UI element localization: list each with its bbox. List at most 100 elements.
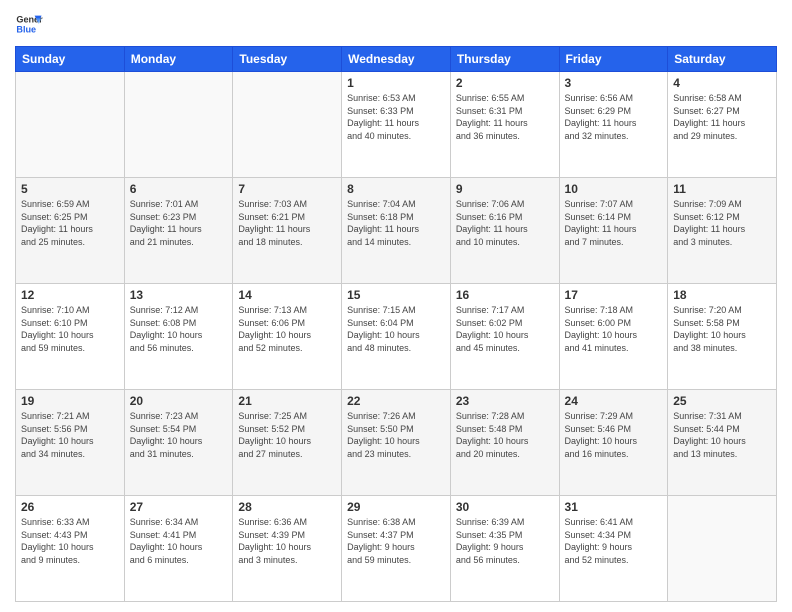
day-number: 17	[565, 288, 663, 302]
weekday-wednesday: Wednesday	[342, 47, 451, 72]
calendar-cell: 6 Sunrise: 7:01 AM Sunset: 6:23 PM Daylig…	[124, 178, 233, 284]
day-number: 31	[565, 500, 663, 514]
calendar-cell: 30 Sunrise: 6:39 AM Sunset: 4:35 PM Dayli…	[450, 496, 559, 602]
day-info: Sunrise: 7:20 AM Sunset: 5:58 PM Dayligh…	[673, 304, 771, 354]
calendar-cell: 31 Sunrise: 6:41 AM Sunset: 4:34 PM Dayli…	[559, 496, 668, 602]
calendar-cell: 5 Sunrise: 6:59 AM Sunset: 6:25 PM Daylig…	[16, 178, 125, 284]
day-info: Sunrise: 6:56 AM Sunset: 6:29 PM Dayligh…	[565, 92, 663, 142]
weekday-friday: Friday	[559, 47, 668, 72]
calendar-cell	[124, 72, 233, 178]
day-number: 13	[130, 288, 228, 302]
day-info: Sunrise: 7:29 AM Sunset: 5:46 PM Dayligh…	[565, 410, 663, 460]
logo-icon: General Blue	[15, 10, 43, 38]
day-info: Sunrise: 7:23 AM Sunset: 5:54 PM Dayligh…	[130, 410, 228, 460]
calendar-cell: 22 Sunrise: 7:26 AM Sunset: 5:50 PM Dayli…	[342, 390, 451, 496]
day-number: 8	[347, 182, 445, 196]
calendar-week-row: 1 Sunrise: 6:53 AM Sunset: 6:33 PM Daylig…	[16, 72, 777, 178]
day-info: Sunrise: 6:59 AM Sunset: 6:25 PM Dayligh…	[21, 198, 119, 248]
calendar-cell: 8Sunrise: 7:04 AM Sunset: 6:18 PM Daylig…	[342, 178, 451, 284]
calendar-cell: 14 Sunrise: 7:13 AM Sunset: 6:06 PM Dayli…	[233, 284, 342, 390]
day-number: 21	[238, 394, 336, 408]
day-number: 24	[565, 394, 663, 408]
day-number: 3	[565, 76, 663, 90]
calendar-cell	[16, 72, 125, 178]
day-info: Sunrise: 6:41 AM Sunset: 4:34 PM Dayligh…	[565, 516, 663, 566]
day-info: Sunrise: 7:25 AM Sunset: 5:52 PM Dayligh…	[238, 410, 336, 460]
day-info: Sunrise: 7:31 AM Sunset: 5:44 PM Dayligh…	[673, 410, 771, 460]
day-info: Sunrise: 7:21 AM Sunset: 5:56 PM Dayligh…	[21, 410, 119, 460]
weekday-saturday: Saturday	[668, 47, 777, 72]
day-number: 5	[21, 182, 119, 196]
calendar-cell: 10 Sunrise: 7:07 AM Sunset: 6:14 PM Dayli…	[559, 178, 668, 284]
day-info: Sunrise: 6:58 AM Sunset: 6:27 PM Dayligh…	[673, 92, 771, 142]
calendar-cell: 29Sunrise: 6:38 AM Sunset: 4:37 PM Dayli…	[342, 496, 451, 602]
calendar-cell: 15 Sunrise: 7:15 AM Sunset: 6:04 PM Dayli…	[342, 284, 451, 390]
day-number: 10	[565, 182, 663, 196]
day-info: Sunrise: 6:53 AM Sunset: 6:33 PM Dayligh…	[347, 92, 445, 142]
day-info: Sunrise: 6:36 AM Sunset: 4:39 PM Dayligh…	[238, 516, 336, 566]
day-number: 16	[456, 288, 554, 302]
day-number: 9	[456, 182, 554, 196]
day-info: Sunrise: 7:03 AM Sunset: 6:21 PM Dayligh…	[238, 198, 336, 248]
svg-text:Blue: Blue	[16, 24, 36, 34]
day-info: Sunrise: 7:15 AM Sunset: 6:04 PM Dayligh…	[347, 304, 445, 354]
calendar-cell: 4Sunrise: 6:58 AM Sunset: 6:27 PM Daylig…	[668, 72, 777, 178]
day-info: Sunrise: 7:26 AM Sunset: 5:50 PM Dayligh…	[347, 410, 445, 460]
calendar-week-row: 12 Sunrise: 7:10 AM Sunset: 6:10 PM Dayli…	[16, 284, 777, 390]
calendar-week-row: 5 Sunrise: 6:59 AM Sunset: 6:25 PM Daylig…	[16, 178, 777, 284]
calendar-cell: 25Sunrise: 7:31 AM Sunset: 5:44 PM Dayli…	[668, 390, 777, 496]
calendar-cell: 9 Sunrise: 7:06 AM Sunset: 6:16 PM Daylig…	[450, 178, 559, 284]
day-info: Sunrise: 6:39 AM Sunset: 4:35 PM Dayligh…	[456, 516, 554, 566]
logo: General Blue	[15, 10, 43, 38]
day-number: 1	[347, 76, 445, 90]
weekday-tuesday: Tuesday	[233, 47, 342, 72]
day-info: Sunrise: 7:10 AM Sunset: 6:10 PM Dayligh…	[21, 304, 119, 354]
day-info: Sunrise: 7:13 AM Sunset: 6:06 PM Dayligh…	[238, 304, 336, 354]
day-info: Sunrise: 7:01 AM Sunset: 6:23 PM Dayligh…	[130, 198, 228, 248]
calendar-cell: 17Sunrise: 7:18 AM Sunset: 6:00 PM Dayli…	[559, 284, 668, 390]
day-number: 27	[130, 500, 228, 514]
calendar-cell: 18 Sunrise: 7:20 AM Sunset: 5:58 PM Dayli…	[668, 284, 777, 390]
day-info: Sunrise: 6:34 AM Sunset: 4:41 PM Dayligh…	[130, 516, 228, 566]
day-number: 6	[130, 182, 228, 196]
calendar-cell: 19 Sunrise: 7:21 AM Sunset: 5:56 PM Dayli…	[16, 390, 125, 496]
calendar-cell: 20 Sunrise: 7:23 AM Sunset: 5:54 PM Dayli…	[124, 390, 233, 496]
calendar-cell: 27 Sunrise: 6:34 AM Sunset: 4:41 PM Dayli…	[124, 496, 233, 602]
calendar-week-row: 19 Sunrise: 7:21 AM Sunset: 5:56 PM Dayli…	[16, 390, 777, 496]
day-info: Sunrise: 6:55 AM Sunset: 6:31 PM Dayligh…	[456, 92, 554, 142]
day-number: 11	[673, 182, 771, 196]
day-number: 14	[238, 288, 336, 302]
day-number: 15	[347, 288, 445, 302]
day-info: Sunrise: 7:07 AM Sunset: 6:14 PM Dayligh…	[565, 198, 663, 248]
calendar-cell: 13 Sunrise: 7:12 AM Sunset: 6:08 PM Dayli…	[124, 284, 233, 390]
day-number: 19	[21, 394, 119, 408]
day-info: Sunrise: 6:33 AM Sunset: 4:43 PM Dayligh…	[21, 516, 119, 566]
day-number: 12	[21, 288, 119, 302]
weekday-sunday: Sunday	[16, 47, 125, 72]
day-number: 20	[130, 394, 228, 408]
day-number: 18	[673, 288, 771, 302]
calendar-cell: 11Sunrise: 7:09 AM Sunset: 6:12 PM Dayli…	[668, 178, 777, 284]
day-info: Sunrise: 7:28 AM Sunset: 5:48 PM Dayligh…	[456, 410, 554, 460]
calendar-cell: 16Sunrise: 7:17 AM Sunset: 6:02 PM Dayli…	[450, 284, 559, 390]
weekday-thursday: Thursday	[450, 47, 559, 72]
weekday-monday: Monday	[124, 47, 233, 72]
calendar-cell: 1 Sunrise: 6:53 AM Sunset: 6:33 PM Daylig…	[342, 72, 451, 178]
calendar-cell: 12 Sunrise: 7:10 AM Sunset: 6:10 PM Dayli…	[16, 284, 125, 390]
calendar-cell: 26Sunrise: 6:33 AM Sunset: 4:43 PM Dayli…	[16, 496, 125, 602]
day-number: 29	[347, 500, 445, 514]
weekday-header-row: SundayMondayTuesdayWednesdayThursdayFrid…	[16, 47, 777, 72]
calendar-cell: 28Sunrise: 6:36 AM Sunset: 4:39 PM Dayli…	[233, 496, 342, 602]
calendar-cell	[668, 496, 777, 602]
day-info: Sunrise: 7:06 AM Sunset: 6:16 PM Dayligh…	[456, 198, 554, 248]
header: General Blue	[15, 10, 777, 38]
calendar-cell: 7Sunrise: 7:03 AM Sunset: 6:21 PM Daylig…	[233, 178, 342, 284]
day-number: 23	[456, 394, 554, 408]
calendar-cell	[233, 72, 342, 178]
day-number: 30	[456, 500, 554, 514]
day-info: Sunrise: 7:12 AM Sunset: 6:08 PM Dayligh…	[130, 304, 228, 354]
calendar-cell: 21 Sunrise: 7:25 AM Sunset: 5:52 PM Dayli…	[233, 390, 342, 496]
page: General Blue SundayMondayTuesdayWednesda…	[0, 0, 792, 612]
calendar-week-row: 26Sunrise: 6:33 AM Sunset: 4:43 PM Dayli…	[16, 496, 777, 602]
day-number: 22	[347, 394, 445, 408]
